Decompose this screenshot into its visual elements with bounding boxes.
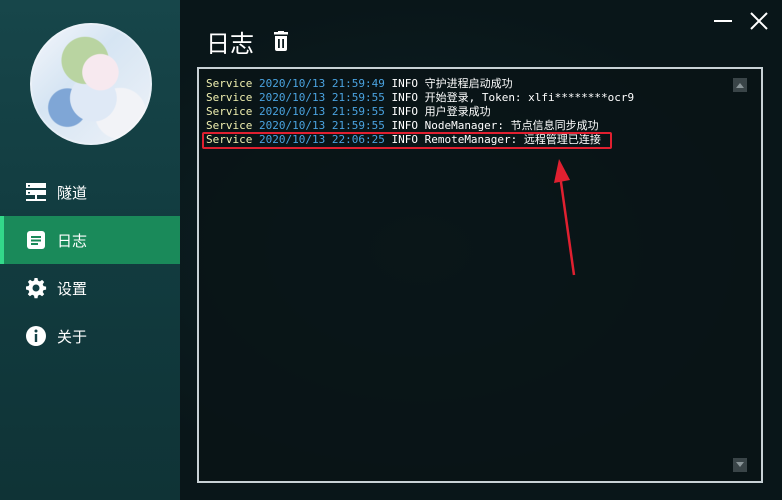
sidebar-item-label: 关于 bbox=[57, 327, 88, 346]
sidebar-item-about[interactable]: 关于 bbox=[0, 312, 180, 360]
log-level: INFO bbox=[391, 105, 418, 118]
scroll-down-button[interactable] bbox=[733, 458, 747, 472]
sidebar-item-label: 日志 bbox=[57, 231, 88, 250]
log-message: 开始登录, Token: xlfi********ocr9 bbox=[424, 91, 635, 104]
info-icon bbox=[25, 325, 47, 347]
log-source: Service bbox=[206, 91, 253, 104]
log-message: 用户登录成功 bbox=[424, 105, 491, 118]
gear-icon bbox=[25, 277, 47, 299]
log-source: Service bbox=[206, 77, 253, 90]
page-title: 日志 bbox=[206, 30, 254, 58]
trash-icon[interactable] bbox=[272, 31, 290, 51]
log-message: 守护进程启动成功 bbox=[424, 77, 513, 90]
log-level: INFO bbox=[391, 77, 418, 90]
log-line: Service 2020/10/13 21:59:55 INFO 开始登录, T… bbox=[206, 91, 634, 105]
log-line: Service 2020/10/13 21:59:49 INFO 守护进程启动成… bbox=[206, 77, 634, 91]
scroll-up-button[interactable] bbox=[733, 78, 747, 92]
server-icon bbox=[25, 181, 47, 203]
avatar[interactable] bbox=[30, 23, 152, 145]
sidebar-item-tunnel[interactable]: 隧道 bbox=[0, 168, 180, 216]
document-icon bbox=[25, 229, 47, 251]
main-panel: 日志 Service 2020/10/13 21:59:49 INFO 守护进程… bbox=[180, 0, 782, 500]
log-timestamp: 2020/10/13 21:59:55 bbox=[258, 119, 385, 132]
log-level: INFO bbox=[391, 119, 418, 132]
log-source: Service bbox=[206, 105, 253, 118]
annotation-arrow-icon bbox=[554, 159, 576, 276]
minimize-icon[interactable] bbox=[714, 18, 732, 24]
log-timestamp: 2020/10/13 21:59:55 bbox=[258, 91, 385, 104]
log-message: NodeManager: 节点信息同步成功 bbox=[424, 119, 599, 132]
log-line: Service 2020/10/13 21:59:55 INFO NodeMan… bbox=[206, 119, 634, 133]
log-source: Service bbox=[206, 119, 253, 132]
log-timestamp: 2020/10/13 21:59:49 bbox=[258, 77, 385, 90]
close-icon[interactable] bbox=[750, 12, 768, 30]
highlight-box bbox=[202, 132, 612, 149]
sidebar-item-log[interactable]: 日志 bbox=[0, 216, 180, 264]
chevron-down-icon bbox=[736, 462, 744, 467]
log-panel[interactable]: Service 2020/10/13 21:59:49 INFO 守护进程启动成… bbox=[197, 67, 763, 483]
sidebar-nav: 隧道 日志 设置 关于 bbox=[0, 168, 180, 360]
sidebar: 隧道 日志 设置 关于 bbox=[0, 0, 180, 500]
chevron-up-icon bbox=[736, 83, 744, 88]
log-level: INFO bbox=[391, 91, 418, 104]
sidebar-item-settings[interactable]: 设置 bbox=[0, 264, 180, 312]
log-line: Service 2020/10/13 21:59:55 INFO 用户登录成功 bbox=[206, 105, 634, 119]
log-timestamp: 2020/10/13 21:59:55 bbox=[258, 105, 385, 118]
sidebar-item-label: 隧道 bbox=[57, 183, 88, 202]
sidebar-item-label: 设置 bbox=[57, 279, 88, 298]
